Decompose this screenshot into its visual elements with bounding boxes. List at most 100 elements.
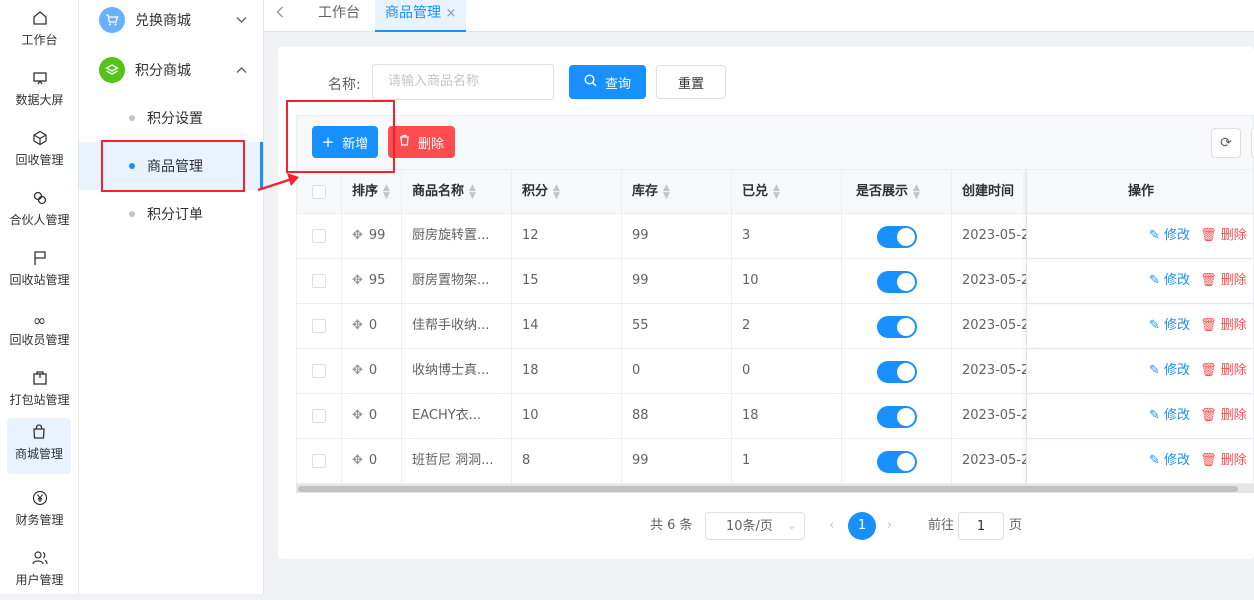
display-toggle[interactable]	[877, 361, 917, 383]
goto-page-input[interactable]: 1	[958, 512, 1004, 540]
rail-item-finance[interactable]: 财务管理	[0, 484, 79, 540]
close-icon[interactable]: ×	[445, 6, 456, 21]
delete-link[interactable]: 🗑 删除	[1200, 453, 1247, 468]
horizontal-scrollbar[interactable]	[296, 484, 1254, 493]
edit-link[interactable]: ✎ 修改	[1149, 363, 1190, 378]
cell-value: 88	[632, 408, 649, 423]
delete-label: 删除	[417, 136, 444, 152]
trash-icon: 🗑	[1200, 363, 1217, 378]
reset-button[interactable]: 重置	[656, 65, 726, 99]
rail-item-recycle[interactable]: 回收管理	[0, 124, 79, 180]
tab-workbench[interactable]: 工作台	[318, 0, 360, 32]
prev-page-icon[interactable]: ‹	[829, 512, 834, 540]
query-button[interactable]: 查询	[569, 65, 646, 99]
submenu-item-points-orders[interactable]: 积分订单	[79, 190, 263, 238]
cell-value: 2023-05-26	[962, 273, 1026, 288]
drag-handle-icon[interactable]: ✥	[352, 408, 363, 423]
edit-link[interactable]: ✎ 修改	[1149, 318, 1190, 333]
header-name[interactable]: 商品名称 ▲ ▼	[402, 170, 512, 214]
cell-value: 厨房置物架...	[412, 273, 490, 288]
delete-link[interactable]: 🗑 删除	[1200, 408, 1247, 423]
cell-value: 2023-05-26	[962, 453, 1026, 468]
rail-item-users[interactable]: 用户管理	[0, 544, 79, 600]
page-button-current[interactable]: 1	[848, 512, 876, 540]
rail-item-station[interactable]: 回收站管理	[0, 244, 79, 300]
cell-sort: ✥ 0	[342, 439, 402, 484]
row-checkbox[interactable]	[312, 229, 326, 243]
drag-handle-icon[interactable]: ✥	[352, 453, 363, 468]
delete-button[interactable]: 删除	[388, 126, 455, 158]
tab-label: 商品管理	[385, 5, 441, 21]
display-toggle[interactable]	[877, 316, 917, 338]
select-all-checkbox[interactable]	[312, 185, 326, 199]
display-toggle[interactable]	[877, 451, 917, 473]
cell-created: 2023-05-26	[952, 214, 1027, 259]
display-toggle[interactable]	[877, 226, 917, 248]
submenu-group-exchange[interactable]: 兑换商城	[79, 0, 263, 44]
scrollbar-thumb[interactable]	[298, 486, 1238, 492]
display-toggle[interactable]	[877, 406, 917, 428]
row-checkbox[interactable]	[312, 454, 326, 468]
cell-value: 15	[522, 273, 539, 288]
rail-item-collector[interactable]: ∞ 回收员管理	[0, 304, 79, 360]
row-checkbox[interactable]	[312, 274, 326, 288]
rail-item-workbench[interactable]: 工作台	[0, 4, 79, 60]
reset-label: 重置	[677, 76, 704, 92]
delete-link[interactable]: 🗑 删除	[1200, 273, 1247, 288]
edit-link[interactable]: ✎ 修改	[1149, 408, 1190, 423]
users-icon	[0, 550, 79, 572]
tab-product-management[interactable]: 商品管理 ×	[375, 0, 467, 32]
display-toggle[interactable]	[877, 271, 917, 293]
drag-handle-icon[interactable]: ✥	[352, 228, 363, 243]
delete-link[interactable]: 🗑 删除	[1200, 318, 1247, 333]
submenu-item-product-management[interactable]: 商品管理	[79, 142, 263, 190]
search-icon	[584, 73, 597, 91]
rail-label: 回收站管理	[9, 273, 70, 287]
cell-name: 班哲尼 洞洞...	[402, 439, 512, 484]
rail-label: 回收管理	[15, 153, 64, 167]
cell-value: 8	[522, 453, 531, 468]
drag-handle-icon[interactable]: ✥	[352, 273, 363, 288]
edit-label: 修改	[1164, 453, 1191, 468]
delete-link[interactable]: 🗑 删除	[1200, 363, 1247, 378]
drag-handle-icon[interactable]: ✥	[352, 363, 363, 378]
drag-handle-icon[interactable]: ✥	[352, 318, 363, 333]
header-display[interactable]: 是否展示 ▲ ▼	[842, 170, 952, 214]
table-row: ✥ 99 厨房旋转置... 12 99 3 2023-05-26 ✎ 修改 🗑 删除	[297, 214, 1253, 259]
submenu-group-points[interactable]: 积分商城	[79, 46, 263, 94]
edit-link[interactable]: ✎ 修改	[1149, 453, 1190, 468]
edit-link[interactable]: ✎ 修改	[1149, 228, 1190, 243]
row-checkbox[interactable]	[312, 319, 326, 333]
edit-link[interactable]: ✎ 修改	[1149, 273, 1190, 288]
rail-item-mall[interactable]: 商城管理	[7, 418, 71, 474]
row-select	[297, 259, 342, 304]
bullet-icon	[129, 115, 135, 121]
cell-created: 2023-05-26	[952, 394, 1027, 439]
row-checkbox[interactable]	[312, 409, 326, 423]
sort-icon: ▲ ▼	[469, 182, 476, 201]
refresh-button[interactable]: ⟳	[1211, 128, 1241, 158]
header-sort[interactable]: 排序 ▲ ▼	[342, 170, 402, 214]
header-created[interactable]: 创建时间	[952, 170, 1027, 214]
product-name-input[interactable]: 请输入商品名称	[372, 64, 554, 100]
delete-link[interactable]: 🗑 删除	[1200, 228, 1247, 243]
trash-icon: 🗑	[1200, 273, 1217, 288]
next-page-icon[interactable]: ›	[887, 512, 892, 540]
chevron-left-icon[interactable]	[276, 6, 284, 22]
rail-item-packing[interactable]: 打包站管理	[0, 364, 79, 420]
add-button[interactable]: + 新增	[312, 126, 378, 158]
row-select	[297, 349, 342, 394]
edit-label: 修改	[1164, 318, 1191, 333]
row-checkbox[interactable]	[312, 364, 326, 378]
rail-label: 回收员管理	[9, 333, 70, 347]
header-points[interactable]: 积分 ▲ ▼	[512, 170, 622, 214]
rail-item-dashboard[interactable]: 数据大屏	[0, 64, 79, 120]
rail-item-partner[interactable]: 合伙人管理	[0, 184, 79, 240]
cell-value: 10	[742, 273, 759, 288]
flag-icon	[0, 250, 79, 272]
submenu-item-label: 积分设置	[147, 111, 203, 127]
header-stock[interactable]: 库存 ▲ ▼	[622, 170, 732, 214]
header-redeemed[interactable]: 已兑 ▲ ▼	[732, 170, 842, 214]
submenu-item-points-settings[interactable]: 积分设置	[79, 94, 263, 142]
page-size-select[interactable]: 10条/页 ⌄	[705, 512, 805, 540]
